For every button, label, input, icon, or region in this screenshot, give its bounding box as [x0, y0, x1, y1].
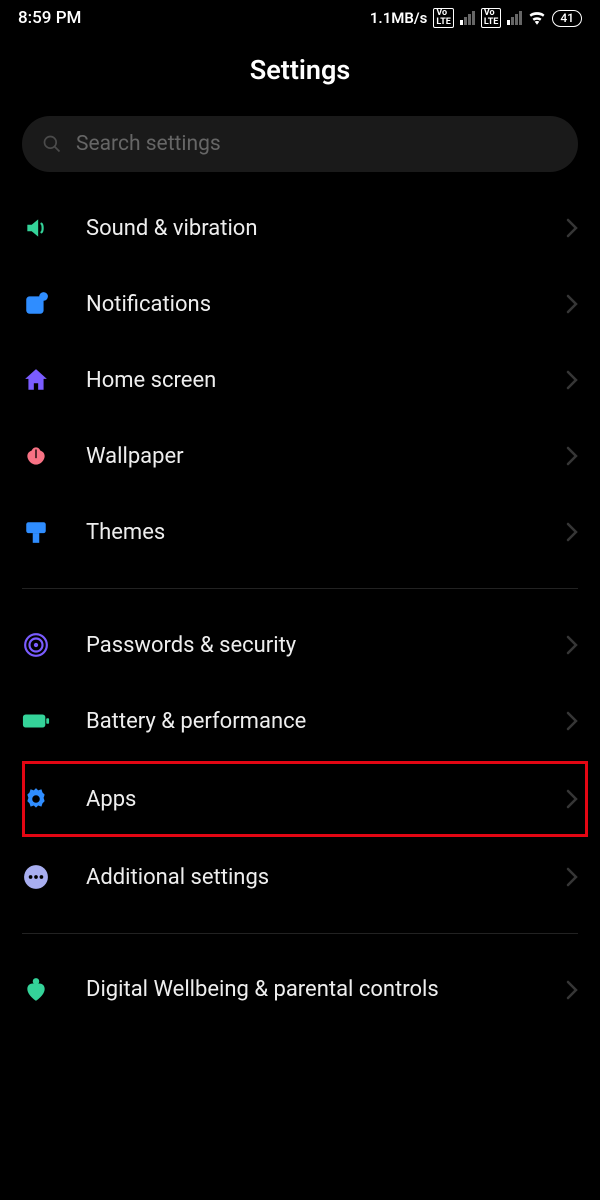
dots-icon: [22, 863, 50, 891]
item-label: Home screen: [86, 368, 566, 393]
chevron-right-icon: [566, 446, 578, 466]
volte-icon-1: VoLTE: [433, 8, 454, 28]
gear-icon: [22, 785, 50, 813]
battery-indicator: 41: [552, 10, 582, 27]
item-label: Battery & performance: [86, 709, 566, 734]
chevron-right-icon: [566, 522, 578, 542]
chevron-right-icon: [566, 980, 578, 1000]
chevron-right-icon: [566, 789, 578, 809]
item-label: Apps: [86, 787, 566, 812]
search-icon: [42, 134, 62, 154]
settings-item-notifications[interactable]: Notifications: [0, 266, 600, 342]
item-label: Notifications: [86, 292, 566, 317]
heart-icon: [22, 976, 50, 1004]
chevron-right-icon: [566, 635, 578, 655]
page-title: Settings: [0, 32, 600, 116]
fingerprint-icon: [22, 631, 50, 659]
item-label: Digital Wellbeing & parental controls: [86, 976, 566, 1004]
settings-item-home[interactable]: Home screen: [0, 342, 600, 418]
item-label: Wallpaper: [86, 444, 566, 469]
wifi-icon: [528, 11, 546, 25]
search-input[interactable]: Search settings: [22, 116, 578, 172]
speaker-icon: [22, 214, 50, 242]
volte-icon-2: VoLTE: [481, 8, 502, 28]
signal-icon-2: [507, 11, 522, 25]
chevron-right-icon: [566, 867, 578, 887]
chevron-right-icon: [566, 711, 578, 731]
signal-icon-1: [460, 11, 475, 25]
settings-item-themes[interactable]: Themes: [0, 494, 600, 570]
battery-icon: [22, 707, 50, 735]
settings-item-security[interactable]: Passwords & security: [0, 607, 600, 683]
network-speed: 1.1MB/s: [370, 9, 427, 27]
item-label: Sound & vibration: [86, 216, 566, 241]
settings-item-wallpaper[interactable]: Wallpaper: [0, 418, 600, 494]
chevron-right-icon: [566, 370, 578, 390]
item-label: Additional settings: [86, 865, 566, 890]
home-icon: [22, 366, 50, 394]
settings-list: Sound & vibration Notifications Home scr…: [0, 184, 600, 1034]
settings-item-apps[interactable]: Apps: [0, 759, 600, 839]
flower-icon: [22, 442, 50, 470]
brush-icon: [22, 518, 50, 546]
notification-icon: [22, 290, 50, 318]
settings-item-battery[interactable]: Battery & performance: [0, 683, 600, 759]
settings-item-wellbeing[interactable]: Digital Wellbeing & parental controls: [0, 952, 600, 1028]
chevron-right-icon: [566, 294, 578, 314]
divider: [22, 933, 578, 934]
divider: [22, 588, 578, 589]
status-bar: 8:59 PM 1.1MB/s VoLTE VoLTE 41: [0, 0, 600, 32]
settings-item-additional[interactable]: Additional settings: [0, 839, 600, 915]
chevron-right-icon: [566, 218, 578, 238]
item-label: Themes: [86, 520, 566, 545]
search-placeholder: Search settings: [76, 132, 221, 156]
settings-item-sound[interactable]: Sound & vibration: [0, 190, 600, 266]
item-label: Passwords & security: [86, 633, 566, 658]
status-time: 8:59 PM: [18, 8, 81, 28]
